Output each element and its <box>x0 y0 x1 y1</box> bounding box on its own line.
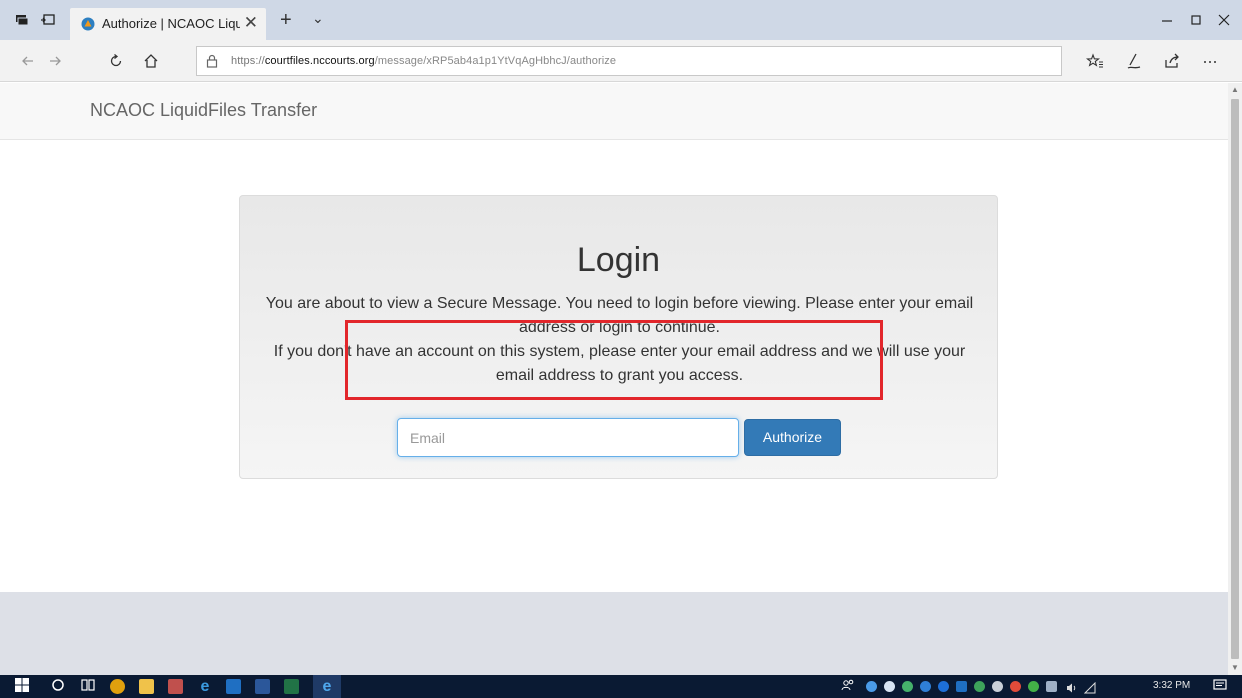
maximize-icon[interactable] <box>1186 10 1206 30</box>
new-tab-button[interactable]: + <box>280 9 292 32</box>
tab-actions-icon[interactable] <box>14 12 30 28</box>
tray-icon-7[interactable] <box>974 681 985 692</box>
lock-icon[interactable] <box>205 53 219 69</box>
action-center-icon[interactable] <box>1212 678 1228 695</box>
more-icon[interactable] <box>1200 51 1220 71</box>
excel-app-icon[interactable] <box>284 679 299 694</box>
scroll-thumb[interactable] <box>1231 99 1239 659</box>
windows-taskbar: e e 3:32 PM <box>0 675 1242 698</box>
wifi-icon[interactable] <box>1083 681 1096 694</box>
login-heading: Login <box>576 241 661 279</box>
close-window-icon[interactable] <box>1214 10 1234 30</box>
vertical-scrollbar[interactable]: ▲ ▼ <box>1228 83 1242 675</box>
liquidfiles-favicon-icon <box>81 17 95 31</box>
outlook-app-icon[interactable] <box>226 679 241 694</box>
tray-icon-10[interactable] <box>1028 681 1039 692</box>
cortana-search-icon[interactable] <box>50 678 66 695</box>
share-icon[interactable] <box>1162 51 1182 71</box>
authorize-button[interactable]: Authorize <box>744 419 841 456</box>
tab-close-icon[interactable]: ✕ <box>244 14 258 32</box>
active-tab[interactable]: Authorize | NCAOC Liqu ✕ <box>70 8 266 40</box>
tab-strip: Authorize | NCAOC Liqu ✕ + ⌄ <box>0 0 1242 40</box>
minimize-icon[interactable] <box>1157 10 1177 30</box>
chrome-app-icon[interactable] <box>110 679 125 694</box>
onedrive-tray-icon[interactable] <box>866 681 877 692</box>
set-tabs-aside-icon[interactable] <box>40 12 56 28</box>
refresh-icon[interactable] <box>106 51 126 71</box>
address-bar[interactable]: https://courtfiles.nccourts.org/message/… <box>196 46 1062 76</box>
home-icon[interactable] <box>141 51 161 71</box>
edge-app-icon[interactable]: e <box>197 678 213 695</box>
brand-title[interactable]: NCAOC LiquidFiles Transfer <box>90 100 317 121</box>
pen-icon[interactable] <box>1124 51 1144 71</box>
word-app-icon[interactable] <box>255 679 270 694</box>
email-input[interactable] <box>397 418 739 457</box>
scroll-up-arrow-icon[interactable]: ▲ <box>1228 83 1242 97</box>
tab-preview-chevron-icon[interactable]: ⌄ <box>312 10 324 27</box>
tray-icon-8[interactable] <box>992 681 1003 692</box>
file-explorer-app-icon[interactable] <box>139 679 154 694</box>
site-header: NCAOC LiquidFiles Transfer <box>0 83 1228 140</box>
url-text: https://courtfiles.nccourts.org/message/… <box>231 55 617 67</box>
task-view-icon[interactable] <box>80 678 96 695</box>
people-icon[interactable] <box>840 678 856 695</box>
ie-app-icon[interactable]: e <box>319 678 335 695</box>
forward-arrow-icon[interactable] <box>45 51 65 71</box>
navigation-bar: https://courtfiles.nccourts.org/message/… <box>0 40 1242 82</box>
favorites-icon[interactable] <box>1085 51 1105 71</box>
tray-icon-3[interactable] <box>902 681 913 692</box>
bluetooth-tray-icon[interactable] <box>938 681 949 692</box>
tab-title: Authorize | NCAOC Liqu <box>102 16 240 31</box>
volume-icon[interactable] <box>1066 681 1077 693</box>
windows-start-icon[interactable] <box>14 678 30 695</box>
battery-icon[interactable] <box>1046 681 1057 692</box>
highlight-annotation-box <box>345 320 883 400</box>
scroll-down-arrow-icon[interactable]: ▼ <box>1228 661 1242 675</box>
tray-icon-9[interactable] <box>1010 681 1021 692</box>
tray-icon-4[interactable] <box>920 681 931 692</box>
back-arrow-icon[interactable] <box>18 51 38 71</box>
taskbar-clock[interactable]: 3:32 PM <box>1153 680 1190 691</box>
outlook-tray-icon[interactable] <box>956 681 967 692</box>
page-footer <box>0 592 1228 675</box>
store-app-icon[interactable] <box>168 679 183 694</box>
tray-icon-2[interactable] <box>884 681 895 692</box>
